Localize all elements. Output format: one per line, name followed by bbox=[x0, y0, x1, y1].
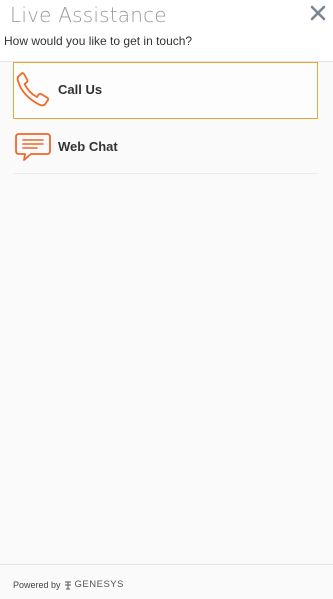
close-icon[interactable] bbox=[309, 4, 327, 22]
contact-options-list: Call Us Web Chat bbox=[13, 62, 318, 174]
genesys-logo-icon bbox=[64, 581, 71, 589]
dialog-title: Live Assistance bbox=[10, 3, 167, 27]
phone-icon bbox=[16, 72, 50, 107]
chat-icon bbox=[15, 133, 51, 161]
web-chat-option[interactable]: Web Chat bbox=[13, 119, 318, 174]
web-chat-label: Web Chat bbox=[58, 139, 118, 154]
brand-name[interactable]: GENESYS bbox=[75, 579, 124, 590]
call-us-option[interactable]: Call Us bbox=[13, 62, 318, 119]
header: Live Assistance How would you like to ge… bbox=[0, 0, 333, 62]
dialog-subtitle: How would you like to get in touch? bbox=[4, 34, 193, 48]
footer: Powered by GENESYS bbox=[0, 564, 333, 599]
powered-by-label: Powered by bbox=[13, 579, 61, 590]
call-us-label: Call Us bbox=[58, 82, 103, 97]
powered-by: Powered by GENESYS bbox=[13, 579, 124, 590]
